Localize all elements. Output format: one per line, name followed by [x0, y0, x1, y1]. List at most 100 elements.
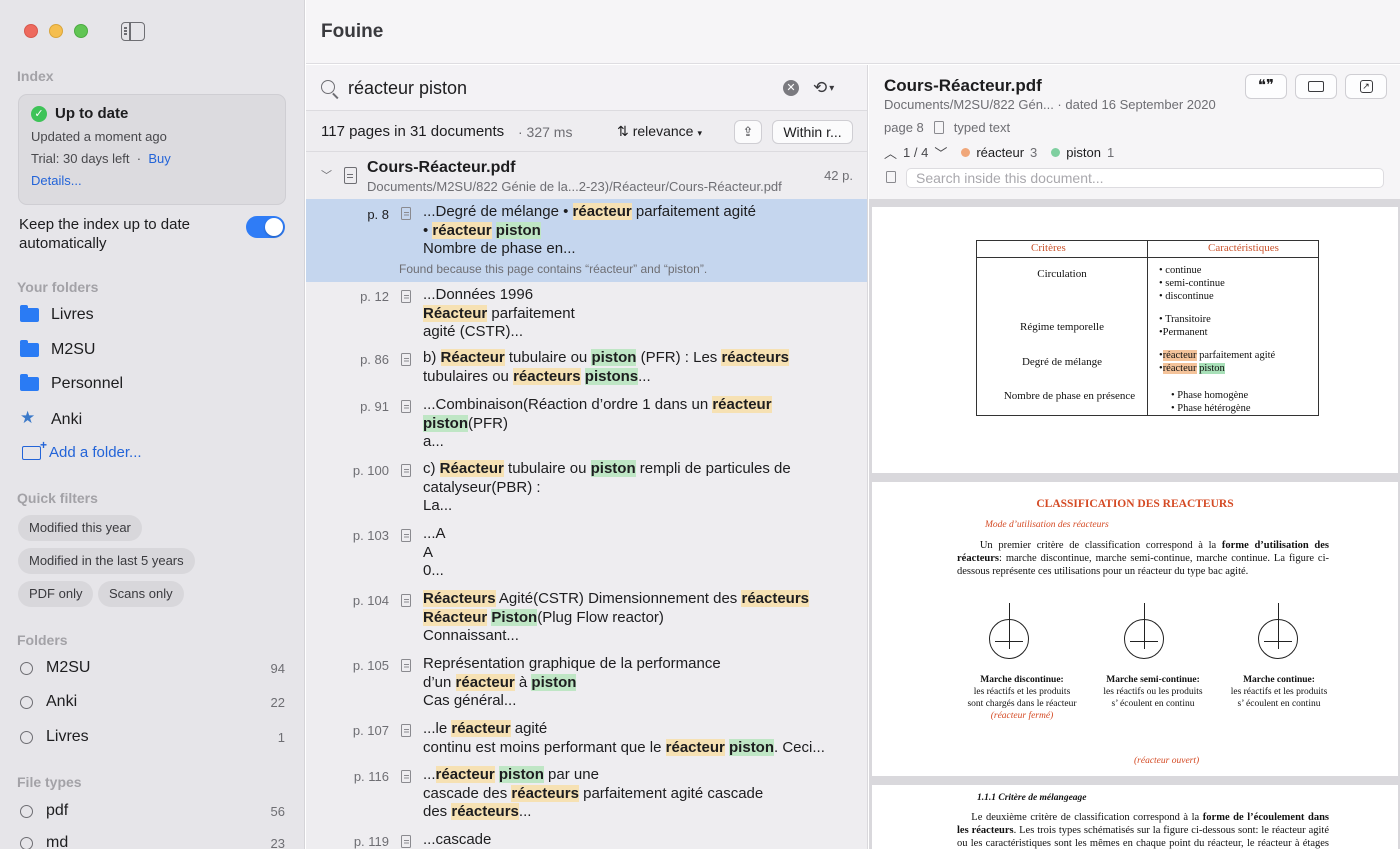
snippet-text: parfaitement agité cascade [578, 784, 764, 802]
highlight-term: Réacteurs [423, 590, 496, 607]
table-item: • Phase homogène [1171, 390, 1249, 401]
snippet-text: tubulaire ou [504, 349, 592, 366]
snippet-text: cascade des [423, 784, 512, 802]
open-external-icon: ↗ [1359, 79, 1373, 93]
snippet-text: ...Données 1996 [423, 286, 534, 303]
snippet-text: rempli de particules de [635, 460, 791, 477]
minimize-window-button[interactable] [49, 24, 63, 38]
sort-dropdown[interactable]: ⇅ relevance ▾ [617, 123, 702, 140]
highlight-term: réacteur [665, 738, 725, 756]
share-icon: ⇪ [742, 124, 754, 139]
keep-index-updated-toggle[interactable] [246, 216, 285, 238]
add-folder-button[interactable]: Add a folder... [22, 438, 142, 461]
quote-button[interactable]: ❝❞ [1245, 74, 1287, 99]
table-row-items: • Transitoire •Permanent [1159, 313, 1211, 339]
page-icon [401, 835, 411, 848]
sidebar-toggle-icon[interactable] [121, 22, 145, 41]
quick-filter-modified-last-5-years[interactable]: Modified in the last 5 years [18, 548, 195, 574]
term-label[interactable]: réacteur [976, 145, 1024, 160]
snippet-text: à [514, 673, 532, 691]
highlight-term: Réacteur [439, 460, 504, 477]
snippet-text: ... [638, 367, 651, 385]
highlight-term: réacteur [435, 766, 495, 783]
hit-row[interactable]: p. 86 b) Réacteur tubulaire ou piston (PF… [306, 345, 867, 392]
file-type-filter-md[interactable]: md 23 [20, 834, 285, 849]
term-count: 1 [1106, 145, 1115, 160]
snippet-text: Agité(CSTR) Dimensionnement des [495, 590, 742, 607]
hit-row[interactable]: p. 116 ...réacteur piston par une cascade … [306, 762, 867, 828]
radio-icon [20, 836, 33, 849]
quick-filter-pdf-only[interactable]: PDF only [18, 581, 94, 607]
snippet-text: ...le [423, 720, 452, 737]
document-title: Cours-Réacteur.pdf [367, 159, 516, 176]
reveal-folder-button[interactable] [1295, 74, 1337, 99]
add-folder-label: Add a folder... [49, 444, 142, 461]
document-pages-viewer[interactable]: Critères Caractéristiques Circulation • … [869, 199, 1400, 849]
chevron-down-icon[interactable]: ﹀ [934, 143, 947, 162]
chevron-up-icon[interactable]: ︿ [884, 143, 897, 162]
document-icon [344, 167, 357, 184]
text-document-icon [933, 121, 944, 134]
hit-row[interactable]: p. 12 ...Données 1996 Réacteur parfaitemen… [306, 282, 867, 348]
search-time: · 327 ms [518, 124, 573, 140]
highlight-term: réacteurs [513, 367, 581, 385]
open-document-button[interactable]: ↗ [1345, 74, 1387, 99]
snippet-text: (PFR) : Les [636, 349, 722, 366]
search-inside-document-input[interactable] [906, 168, 1384, 188]
hit-row[interactable]: p. 104 Réacteurs Agité(CSTR) Dimensionnem… [306, 586, 867, 652]
buy-link[interactable]: Buy [148, 151, 170, 166]
trial-text: Trial: 30 days left [31, 151, 130, 166]
hit-row[interactable]: p. 107 ...le réacteur agité continu est mo… [306, 716, 867, 763]
snippet-text: 0... [423, 562, 444, 579]
your-folder-item-m2su[interactable]: M2SU [20, 340, 95, 359]
snippet-text: Nombre de phase en... [423, 240, 576, 257]
hit-page-number: p. 100 [352, 463, 389, 478]
preview-path: Documents/M2SU/822 Gén... · dated 16 Sep… [884, 97, 1216, 112]
term-label[interactable]: piston [1066, 145, 1101, 160]
hit-page-number: p. 119 [353, 834, 389, 849]
file-type-filter-pdf[interactable]: pdf 56 [20, 802, 285, 820]
zoom-window-button[interactable] [74, 24, 88, 38]
folder-icon [1308, 80, 1324, 92]
table-item: • Transitoire [1159, 314, 1211, 325]
hit-row[interactable]: p. 100 c) Réacteur tubulaire ou piston re… [306, 456, 867, 522]
page-icon [401, 353, 411, 366]
hit-found-reason: Found because this page contains “réacte… [399, 262, 708, 276]
hit-row[interactable]: p. 105 Représentation graphique de la per… [306, 651, 867, 717]
your-folder-item-anki[interactable]: Anki [20, 408, 82, 429]
within-results-button[interactable]: Within r... [772, 120, 853, 144]
clear-search-icon[interactable]: ✕ [783, 80, 799, 96]
mode-label: Marche semi-continue: les réactifs ou le… [1103, 675, 1203, 709]
share-button[interactable]: ⇪ [734, 120, 762, 144]
snippet-text: b) [423, 349, 441, 366]
your-folder-item-livres[interactable]: Livres [20, 305, 94, 324]
quick-filter-modified-this-year[interactable]: Modified this year [18, 515, 142, 541]
hit-row[interactable]: p. 103 ...A A 0... [306, 521, 867, 587]
hit-snippet: ...Données 1996 Réacteur parfaitement agit… [423, 286, 853, 342]
folder-filter-anki[interactable]: Anki 22 [20, 693, 285, 711]
page-paragraph: Le deuxième critère de classification co… [957, 812, 1329, 849]
hit-row[interactable]: p. 91 ...Combinaison(Réaction d’ordre 1 d… [306, 392, 867, 458]
close-window-button[interactable] [24, 24, 38, 38]
snippet-text: ...Degré de mélange • [423, 203, 573, 220]
details-link[interactable]: Details... [31, 173, 273, 188]
hit-row[interactable]: p. 8 ...Degré de mélange • réacteur parfa… [306, 199, 867, 282]
search-history-icon[interactable]: ⟲ ▾ [813, 78, 834, 98]
hit-page-number: p. 116 [353, 769, 389, 784]
search-input[interactable] [348, 75, 768, 101]
anki-icon [20, 408, 39, 429]
hit-row[interactable]: p. 119 ...cascade [306, 827, 867, 849]
table-row-items: • Phase homogène • Phase hétérogène [1171, 389, 1250, 415]
quick-filter-scans-only[interactable]: Scans only [98, 581, 184, 607]
highlight-term: réacteur [1162, 350, 1197, 361]
highlight-term: réacteurs [451, 803, 519, 820]
chevron-down-icon[interactable]: ﹀ [321, 167, 332, 183]
highlight-term: réacteurs [741, 590, 810, 607]
snippet-text: • [423, 221, 433, 239]
your-folder-item-personnel[interactable]: Personnel [20, 374, 123, 393]
document-result-header[interactable]: ﹀ Cours-Réacteur.pdf Documents/M2SU/822 … [306, 151, 867, 199]
folder-filter-livres[interactable]: Livres 1 [20, 728, 285, 746]
highlight-term: piston [498, 766, 544, 783]
folder-filter-m2su[interactable]: M2SU 94 [20, 659, 285, 677]
snippet-text: des [423, 803, 452, 820]
